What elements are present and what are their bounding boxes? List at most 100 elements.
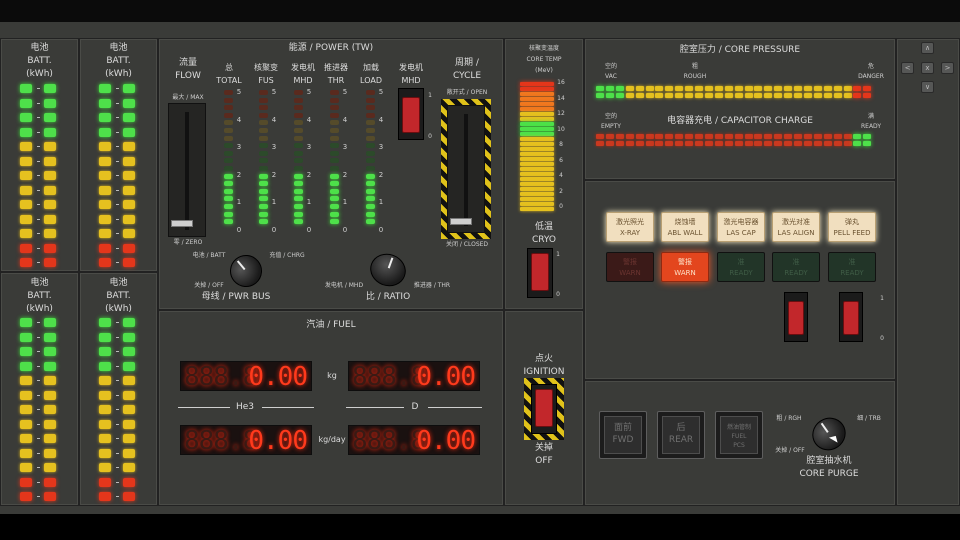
core-temp-led (520, 92, 554, 96)
core-temp-led (520, 122, 554, 126)
power-col-1-led (259, 158, 268, 164)
nav-right-button[interactable]: > (941, 62, 954, 74)
laser-label-cn: 激光对准 (782, 218, 810, 226)
power-col-4-led (366, 97, 375, 103)
fuel-panel (158, 310, 504, 506)
power-col-2-tick: 2 (306, 170, 312, 179)
laser-toggle-2[interactable] (839, 292, 863, 342)
pressure-vac-en: VAC (605, 73, 617, 80)
power-col-0-led (224, 158, 233, 164)
nav-left-button[interactable]: < (901, 62, 914, 74)
capacitor-led (655, 141, 664, 146)
purge-fuel-en2: PCS (733, 442, 745, 449)
gen-on-mark: 1 (428, 92, 432, 99)
batt-title-en-4: BATT. (106, 291, 131, 301)
laser-abl-wall-button[interactable]: 烧蚀墙 ABL WALL (661, 212, 709, 242)
capacitor-led (754, 141, 763, 146)
power-col-4-led (366, 173, 375, 179)
capacitor-led (645, 141, 654, 146)
he3-kg-unit: kg (327, 371, 337, 380)
capacitor-led (784, 141, 793, 146)
batt-unit-1: (kWh) (26, 69, 53, 79)
power-col-1-tick: 1 (271, 198, 277, 206)
batt-2-led (123, 113, 135, 122)
batt-2-led (123, 98, 135, 108)
top-bar (0, 0, 960, 22)
capacitor-led (774, 134, 783, 139)
power-col-1-led (259, 128, 268, 133)
laser-x-ray-button[interactable]: 激光照光 X-RAY (606, 212, 654, 242)
pressure-led (823, 93, 832, 98)
laser-label-cn: 弹丸 (845, 218, 859, 226)
nav-panel (896, 38, 960, 506)
batt-4-tick (116, 336, 119, 338)
power-col-2-led (294, 143, 303, 149)
cryo-toggle[interactable] (527, 248, 553, 298)
cycle-slider-handle[interactable] (450, 218, 472, 225)
power-col-1-tick: 5 (271, 88, 277, 96)
gen-label-cn: 发电机 (399, 63, 423, 72)
capacitor-led (853, 134, 862, 139)
power-col-1-tick: 0 (271, 225, 277, 234)
pressure-rough-en: ROUGH (683, 73, 707, 80)
power-col-1-led (259, 181, 268, 187)
batt-1-led (44, 142, 56, 151)
flow-slider-handle[interactable] (171, 220, 193, 227)
nav-down-button[interactable]: ∨ (921, 81, 934, 93)
laser-las-cap-button[interactable]: 激光电容器 LAS CAP (717, 212, 765, 242)
capacitor-led (655, 134, 664, 139)
power-col-3-tick: 4 (342, 115, 348, 124)
generator-toggle[interactable] (398, 88, 424, 140)
d-label: D (411, 402, 419, 412)
purge-fwd-button[interactable]: 面前 FWD (599, 411, 647, 459)
batt-3-led (44, 347, 56, 356)
batt-1-led (44, 113, 56, 122)
cycle-slider[interactable] (447, 105, 485, 233)
he3-kgday-unit: kg/day (318, 435, 346, 444)
power-col-0-led (224, 188, 233, 194)
flow-max-label: 最大 / MAX (172, 94, 204, 101)
batt-1-led (44, 243, 56, 253)
batt-3-led (44, 434, 56, 443)
pressure-led (784, 93, 793, 98)
power-col-4-led (366, 120, 375, 126)
pressure-led (596, 93, 604, 98)
nav-close-button[interactable]: x (921, 62, 934, 74)
batt-1-tick (37, 233, 40, 234)
batt-1-led (20, 171, 32, 180)
laser-toggle-1[interactable] (784, 292, 808, 342)
col-mhd-en: MHD (293, 76, 313, 85)
ignition-toggle[interactable] (531, 384, 557, 434)
pressure-led (734, 93, 743, 98)
core-temp-led (520, 82, 554, 86)
purge-rear-button[interactable]: 后 REAR (657, 411, 705, 459)
power-col-2-led (294, 105, 303, 111)
flow-slider[interactable] (168, 103, 206, 237)
batt-2-tick (116, 146, 119, 147)
fuel-header: 汽油 / FUEL (306, 320, 356, 330)
batt-2-tick (116, 160, 119, 162)
capacitor-led (625, 141, 634, 146)
core-temp-led (520, 192, 554, 196)
pressure-led (724, 86, 733, 91)
status-label-cn: 准 (792, 258, 800, 266)
laser-las-align-button[interactable]: 激光对准 LAS ALIGN (772, 212, 820, 242)
batt-4-tick (116, 380, 119, 381)
power-col-3-led (330, 128, 339, 133)
power-col-4-led (366, 204, 375, 209)
batt-3-tick (37, 351, 40, 352)
purge-trb-label: 细 / TRB (857, 415, 881, 422)
laser-pell-feed-button[interactable]: 弹丸 PELL FEED (828, 212, 876, 242)
power-col-1-led (259, 97, 268, 103)
power-col-2-tick: 3 (306, 143, 312, 151)
pressure-led (813, 86, 822, 91)
purge-fuel-button[interactable]: 燃油管制 FUEL PCS (715, 411, 763, 459)
purge-rgh-label: 粗 / RGH (776, 415, 802, 422)
batt-3-led (20, 405, 32, 414)
batt-1-tick (37, 102, 40, 104)
power-col-3-led (330, 196, 339, 202)
he3-divider-right (262, 407, 314, 408)
nav-up-button[interactable]: ∧ (921, 42, 934, 54)
power-col-4-tick: 4 (378, 115, 384, 124)
capacitor-led (764, 134, 773, 139)
